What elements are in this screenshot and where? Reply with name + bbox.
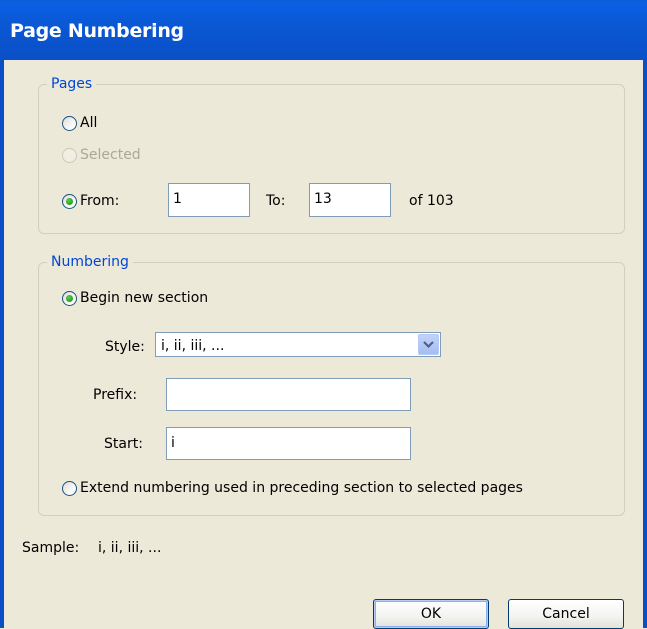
extend-numbering-radio[interactable] — [62, 481, 77, 496]
window-frame-left — [0, 60, 4, 628]
style-select[interactable]: i, ii, iii, ... — [155, 332, 441, 357]
page-numbering-dialog: Page Numbering Pages All Selected From: … — [0, 0, 647, 629]
window-frame-right — [643, 60, 647, 628]
start-input[interactable]: i — [166, 427, 411, 460]
ok-button[interactable]: OK — [373, 599, 489, 629]
extend-numbering-label[interactable]: Extend numbering used in preceding secti… — [80, 480, 523, 496]
from-input[interactable]: 1 — [168, 183, 250, 217]
chevron-down-icon — [423, 341, 434, 349]
from-label[interactable]: From: — [80, 193, 119, 209]
sample-value: i, ii, iii, ... — [98, 540, 162, 556]
selected-radio — [62, 148, 77, 163]
to-input[interactable]: 13 — [309, 183, 391, 217]
selected-label: Selected — [80, 147, 141, 163]
prefix-label: Prefix: — [93, 387, 138, 403]
from-radio-dot — [66, 198, 73, 205]
start-label: Start: — [104, 436, 143, 452]
style-label: Style: — [105, 339, 145, 355]
title-bar[interactable]: Page Numbering — [0, 0, 647, 60]
begin-new-section-label[interactable]: Begin new section — [80, 290, 208, 306]
sample-label: Sample: — [22, 540, 80, 556]
style-select-value: i, ii, iii, ... — [161, 338, 225, 354]
all-radio[interactable] — [62, 116, 77, 131]
dropdown-button[interactable] — [418, 334, 439, 355]
all-label[interactable]: All — [80, 115, 97, 131]
begin-radio-dot — [66, 295, 73, 302]
from-radio[interactable] — [62, 194, 77, 209]
begin-new-section-radio[interactable] — [62, 291, 77, 306]
numbering-legend: Numbering — [51, 254, 129, 270]
prefix-input[interactable] — [166, 378, 411, 411]
to-label: To: — [266, 193, 286, 209]
cancel-button[interactable]: Cancel — [508, 599, 624, 629]
dialog-title: Page Numbering — [10, 20, 184, 42]
pages-legend: Pages — [51, 76, 93, 92]
page-count-text: of 103 — [409, 193, 454, 209]
